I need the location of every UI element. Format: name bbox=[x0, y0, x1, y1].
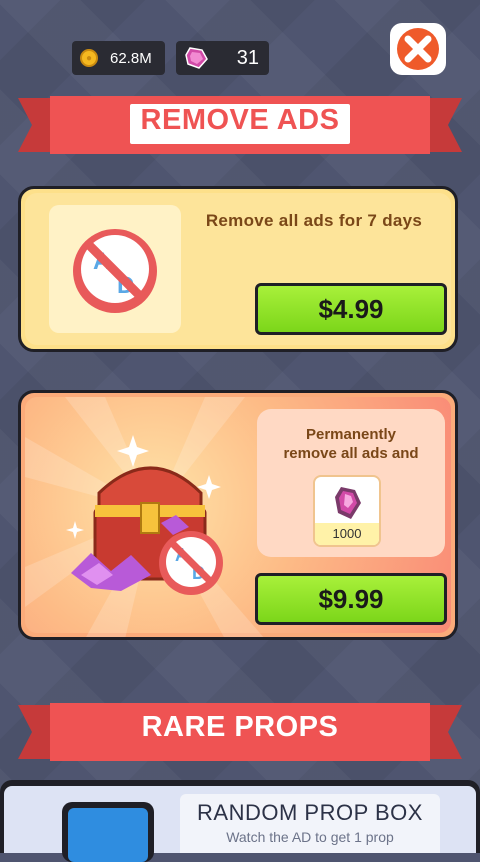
offer-description: Permanently remove all ads and bbox=[283, 426, 419, 462]
offer-card-permanent: A D Permanently remove all ads and 1000 … bbox=[18, 390, 458, 640]
gem-balance: 31 bbox=[176, 41, 269, 75]
coin-balance: ● 62.8M bbox=[72, 41, 165, 75]
item-title: RANDOM PROP BOX bbox=[197, 800, 423, 825]
close-button[interactable] bbox=[390, 23, 446, 75]
gem-icon bbox=[335, 487, 361, 519]
offer-bonus-box: Permanently remove all ads and 1000 bbox=[257, 409, 445, 557]
offer-card-7-days: A D Remove all ads for 7 days $4.99 bbox=[18, 186, 458, 352]
coin-amount: 62.8M bbox=[110, 49, 152, 67]
bonus-gems-card: 1000 bbox=[313, 475, 381, 547]
rare-props-banner: RARE PROPS bbox=[0, 697, 480, 767]
gem-icon bbox=[185, 47, 208, 69]
prop-box-icon[interactable] bbox=[62, 802, 154, 862]
item-subtitle: Watch the AD to get 1 prop bbox=[226, 829, 394, 845]
buy-button-4-99[interactable]: $4.99 bbox=[255, 283, 447, 335]
coin-icon: ● bbox=[80, 49, 98, 67]
bonus-gems-amount: 1000 bbox=[315, 523, 379, 545]
treasure-chest-icon: A D bbox=[66, 435, 223, 595]
offer-description: Remove all ads for 7 days bbox=[205, 211, 423, 230]
buy-button-9-99[interactable]: $9.99 bbox=[255, 573, 447, 625]
close-icon bbox=[397, 28, 439, 70]
no-ads-icon: A D bbox=[73, 229, 157, 313]
section-title: RARE PROPS bbox=[141, 711, 339, 743]
random-prop-box-item[interactable]: RANDOM PROP BOX Watch the AD to get 1 pr… bbox=[180, 794, 440, 853]
gem-amount: 31 bbox=[236, 46, 259, 69]
page-title: REMOVE ADS bbox=[140, 104, 340, 136]
remove-ads-banner: REMOVE ADS bbox=[0, 90, 480, 160]
no-ads-tile: A D bbox=[49, 205, 181, 333]
